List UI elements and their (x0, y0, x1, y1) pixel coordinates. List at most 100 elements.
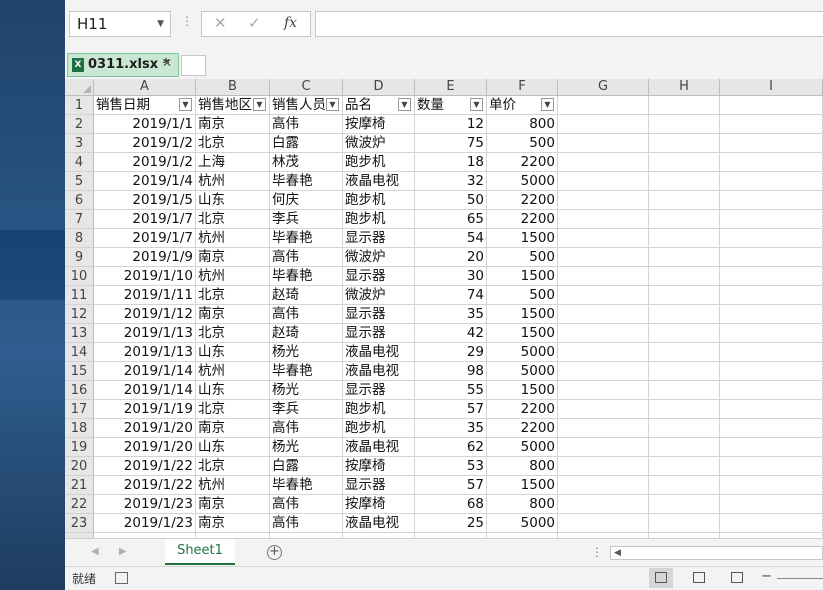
empty-cell[interactable] (649, 438, 720, 457)
workbook-tab[interactable]: X 0311.xlsx * ✕ (67, 53, 179, 77)
table-cell[interactable]: 何庆 (270, 191, 343, 210)
table-cell[interactable]: 显示器 (343, 305, 415, 324)
table-cell[interactable]: 杨光 (270, 381, 343, 400)
table-cell[interactable]: 毕春艳 (270, 476, 343, 495)
empty-cell[interactable] (558, 210, 649, 229)
empty-cell[interactable] (558, 514, 649, 533)
table-cell[interactable]: 跑步机 (343, 191, 415, 210)
table-cell[interactable]: 2019/1/2 (94, 153, 196, 172)
empty-cell[interactable] (558, 229, 649, 248)
scroll-left-icon[interactable]: ◀ (91, 546, 99, 557)
table-cell[interactable]: 2019/1/10 (94, 267, 196, 286)
empty-cell[interactable] (720, 476, 823, 495)
row-header[interactable]: 14 (65, 343, 94, 362)
page-layout-view-icon[interactable] (687, 568, 711, 588)
column-header[interactable]: G (558, 79, 649, 96)
table-cell[interactable]: 1500 (487, 305, 558, 324)
row-header[interactable]: 22 (65, 495, 94, 514)
table-cell[interactable]: 2019/1/9 (94, 248, 196, 267)
name-box[interactable]: H11 ▼ (69, 11, 171, 37)
spreadsheet-grid[interactable]: A B C D E F G H I 1 销售日期 ▼ 销售地区 ▼ 销售人员 ▼ 品名 ▼ 数量 ▼ 单价 ▼ 2 2019/… (65, 79, 823, 538)
table-cell[interactable]: 2019/1/7 (94, 229, 196, 248)
table-cell[interactable]: 显示器 (343, 324, 415, 343)
empty-cell[interactable] (720, 153, 823, 172)
row-header[interactable]: 3 (65, 134, 94, 153)
empty-cell[interactable] (558, 457, 649, 476)
table-cell[interactable]: 2019/1/7 (94, 210, 196, 229)
empty-cell[interactable] (720, 115, 823, 134)
table-cell[interactable]: 2200 (487, 191, 558, 210)
empty-cell[interactable] (649, 362, 720, 381)
table-cell[interactable]: 2019/1/14 (94, 362, 196, 381)
row-header[interactable]: 16 (65, 381, 94, 400)
empty-cell[interactable] (649, 96, 720, 115)
table-cell[interactable]: 800 (487, 495, 558, 514)
empty-cell[interactable] (558, 495, 649, 514)
table-cell[interactable]: 2019/1/20 (94, 438, 196, 457)
table-cell[interactable]: 35 (415, 305, 487, 324)
header-cell[interactable]: 品名 ▼ (343, 96, 415, 115)
table-cell[interactable]: 35 (415, 419, 487, 438)
empty-cell[interactable] (558, 96, 649, 115)
table-cell[interactable]: 12 (415, 115, 487, 134)
empty-cell[interactable] (558, 419, 649, 438)
column-header[interactable]: C (270, 79, 343, 96)
table-cell[interactable]: 南京 (196, 514, 270, 533)
scroll-left-arrow-icon[interactable]: ◀ (614, 547, 621, 559)
table-cell[interactable]: 北京 (196, 286, 270, 305)
table-cell[interactable]: 30 (415, 267, 487, 286)
table-cell[interactable]: 高伟 (270, 115, 343, 134)
table-cell[interactable]: 68 (415, 495, 487, 514)
table-cell[interactable]: 山东 (196, 343, 270, 362)
row-header[interactable]: 13 (65, 324, 94, 343)
table-cell[interactable]: 65 (415, 210, 487, 229)
row-header[interactable]: 1 (65, 96, 94, 115)
table-cell[interactable]: 毕春艳 (270, 229, 343, 248)
empty-cell[interactable] (558, 286, 649, 305)
empty-cell[interactable] (720, 324, 823, 343)
table-cell[interactable]: 1500 (487, 229, 558, 248)
empty-cell[interactable] (649, 134, 720, 153)
header-cell[interactable]: 单价 ▼ (487, 96, 558, 115)
add-sheet-icon[interactable]: + (267, 545, 282, 560)
table-cell[interactable]: 5000 (487, 438, 558, 457)
table-cell[interactable]: 白露 (270, 134, 343, 153)
table-cell[interactable]: 高伟 (270, 495, 343, 514)
table-cell[interactable]: 白露 (270, 457, 343, 476)
header-cell[interactable]: 数量 ▼ (415, 96, 487, 115)
table-cell[interactable]: 跑步机 (343, 419, 415, 438)
column-header[interactable]: A (94, 79, 196, 96)
table-cell[interactable]: 微波炉 (343, 248, 415, 267)
empty-cell[interactable] (649, 476, 720, 495)
empty-cell[interactable] (649, 514, 720, 533)
table-cell[interactable]: 南京 (196, 115, 270, 134)
header-cell[interactable]: 销售地区 ▼ (196, 96, 270, 115)
table-cell[interactable]: 杨光 (270, 438, 343, 457)
empty-cell[interactable] (720, 457, 823, 476)
table-cell[interactable]: 2019/1/23 (94, 495, 196, 514)
splitter-dots-icon[interactable]: ⋮ (181, 14, 193, 28)
table-cell[interactable]: 山东 (196, 438, 270, 457)
column-header[interactable]: B (196, 79, 270, 96)
empty-cell[interactable] (720, 96, 823, 115)
table-cell[interactable]: 2019/1/13 (94, 324, 196, 343)
scroll-right-icon[interactable]: ▶ (119, 546, 127, 557)
table-cell[interactable]: 500 (487, 134, 558, 153)
empty-cell[interactable] (558, 153, 649, 172)
row-header[interactable]: 8 (65, 229, 94, 248)
row-header[interactable]: 23 (65, 514, 94, 533)
table-cell[interactable]: 杭州 (196, 229, 270, 248)
table-cell[interactable]: 微波炉 (343, 134, 415, 153)
empty-cell[interactable] (720, 381, 823, 400)
header-cell[interactable]: 销售日期 ▼ (94, 96, 196, 115)
empty-cell[interactable] (649, 115, 720, 134)
zoom-out-icon[interactable]: − (761, 569, 772, 584)
filter-dropdown-icon[interactable]: ▼ (179, 98, 192, 111)
empty-cell[interactable] (649, 343, 720, 362)
table-cell[interactable]: 按摩椅 (343, 115, 415, 134)
table-cell[interactable]: 5000 (487, 362, 558, 381)
empty-cell[interactable] (558, 305, 649, 324)
empty-cell[interactable] (558, 476, 649, 495)
table-cell[interactable]: 42 (415, 324, 487, 343)
horizontal-scrollbar[interactable]: ◀ (610, 546, 823, 560)
